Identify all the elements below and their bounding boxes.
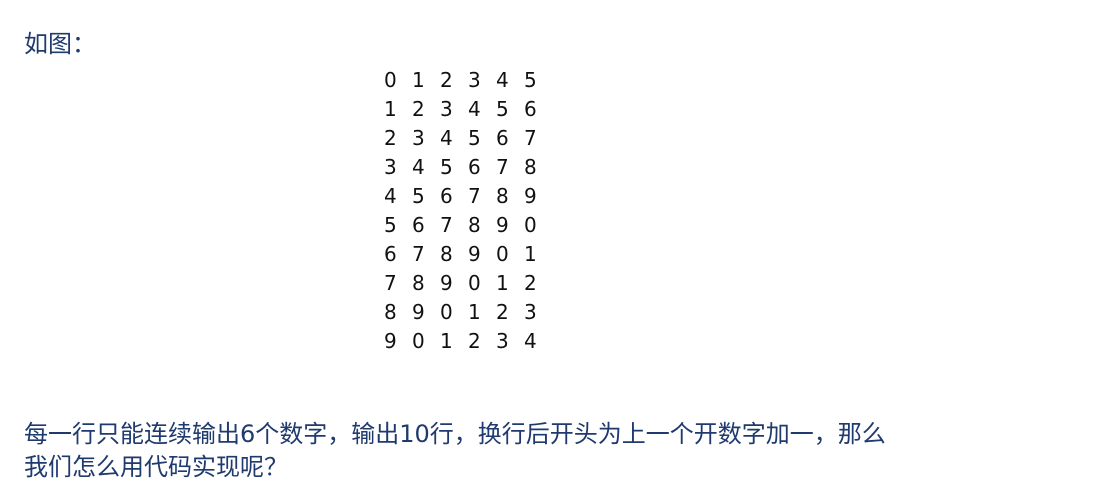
- grid-digit: 5: [496, 97, 509, 121]
- number-row: 345678: [384, 153, 552, 182]
- grid-digit: 6: [496, 126, 509, 150]
- grid-digit: 9: [524, 184, 537, 208]
- grid-digit: 5: [468, 126, 481, 150]
- heading: 如图：: [24, 30, 96, 58]
- grid-digit: 8: [496, 184, 509, 208]
- grid-digit: 8: [524, 155, 537, 179]
- grid-digit: 3: [524, 300, 537, 324]
- grid-digit: 3: [384, 155, 397, 179]
- grid-digit: 5: [440, 155, 453, 179]
- grid-digit: 7: [440, 213, 453, 237]
- grid-digit: 0: [440, 300, 453, 324]
- grid-digit: 9: [412, 300, 425, 324]
- grid-digit: 7: [524, 126, 537, 150]
- grid-digit: 2: [468, 329, 481, 353]
- grid-digit: 3: [496, 329, 509, 353]
- number-row: 456789: [384, 182, 552, 211]
- grid-digit: 9: [440, 271, 453, 295]
- grid-digit: 7: [412, 242, 425, 266]
- question-line-2: 我们怎么用代码实现呢？: [24, 453, 288, 481]
- question-line-1: 每一行只能连续输出6个数字，输出10行，换行后开头为上一个开数字加一，那么: [24, 420, 886, 448]
- grid-digit: 7: [384, 271, 397, 295]
- grid-digit: 2: [524, 271, 537, 295]
- number-row: 234567: [384, 124, 552, 153]
- grid-digit: 2: [412, 97, 425, 121]
- grid-digit: 4: [440, 126, 453, 150]
- grid-digit: 7: [496, 155, 509, 179]
- grid-digit: 4: [468, 97, 481, 121]
- grid-digit: 2: [384, 126, 397, 150]
- grid-digit: 2: [440, 68, 453, 92]
- grid-digit: 8: [384, 300, 397, 324]
- grid-digit: 5: [524, 68, 537, 92]
- grid-digit: 3: [440, 97, 453, 121]
- number-row: 789012: [384, 269, 552, 298]
- grid-digit: 1: [496, 271, 509, 295]
- grid-digit: 0: [468, 271, 481, 295]
- question-text: 每一行只能连续输出6个数字，输出10行，换行后开头为上一个开数字加一，那么 我们…: [24, 418, 886, 484]
- grid-digit: 7: [468, 184, 481, 208]
- grid-digit: 0: [524, 213, 537, 237]
- grid-digit: 8: [468, 213, 481, 237]
- grid-digit: 2: [496, 300, 509, 324]
- grid-digit: 9: [468, 242, 481, 266]
- grid-digit: 6: [384, 242, 397, 266]
- grid-digit: 5: [384, 213, 397, 237]
- grid-digit: 4: [412, 155, 425, 179]
- grid-digit: 1: [384, 97, 397, 121]
- grid-digit: 5: [412, 184, 425, 208]
- grid-digit: 3: [468, 68, 481, 92]
- grid-digit: 6: [412, 213, 425, 237]
- grid-digit: 6: [468, 155, 481, 179]
- grid-digit: 1: [412, 68, 425, 92]
- grid-digit: 0: [496, 242, 509, 266]
- number-row: 567890: [384, 211, 552, 240]
- grid-digit: 0: [412, 329, 425, 353]
- grid-digit: 4: [384, 184, 397, 208]
- grid-digit: 9: [384, 329, 397, 353]
- number-row: 901234: [384, 327, 552, 356]
- grid-digit: 8: [412, 271, 425, 295]
- number-row: 890123: [384, 298, 552, 327]
- grid-digit: 8: [440, 242, 453, 266]
- grid-digit: 1: [468, 300, 481, 324]
- grid-digit: 6: [524, 97, 537, 121]
- number-grid: 0123451234562345673456784567895678906789…: [384, 66, 552, 356]
- grid-digit: 4: [524, 329, 537, 353]
- number-row: 012345: [384, 66, 552, 95]
- grid-digit: 1: [440, 329, 453, 353]
- grid-digit: 0: [384, 68, 397, 92]
- number-row: 123456: [384, 95, 552, 124]
- grid-digit: 4: [496, 68, 509, 92]
- grid-digit: 3: [412, 126, 425, 150]
- grid-digit: 6: [440, 184, 453, 208]
- grid-digit: 1: [524, 242, 537, 266]
- number-row: 678901: [384, 240, 552, 269]
- grid-digit: 9: [496, 213, 509, 237]
